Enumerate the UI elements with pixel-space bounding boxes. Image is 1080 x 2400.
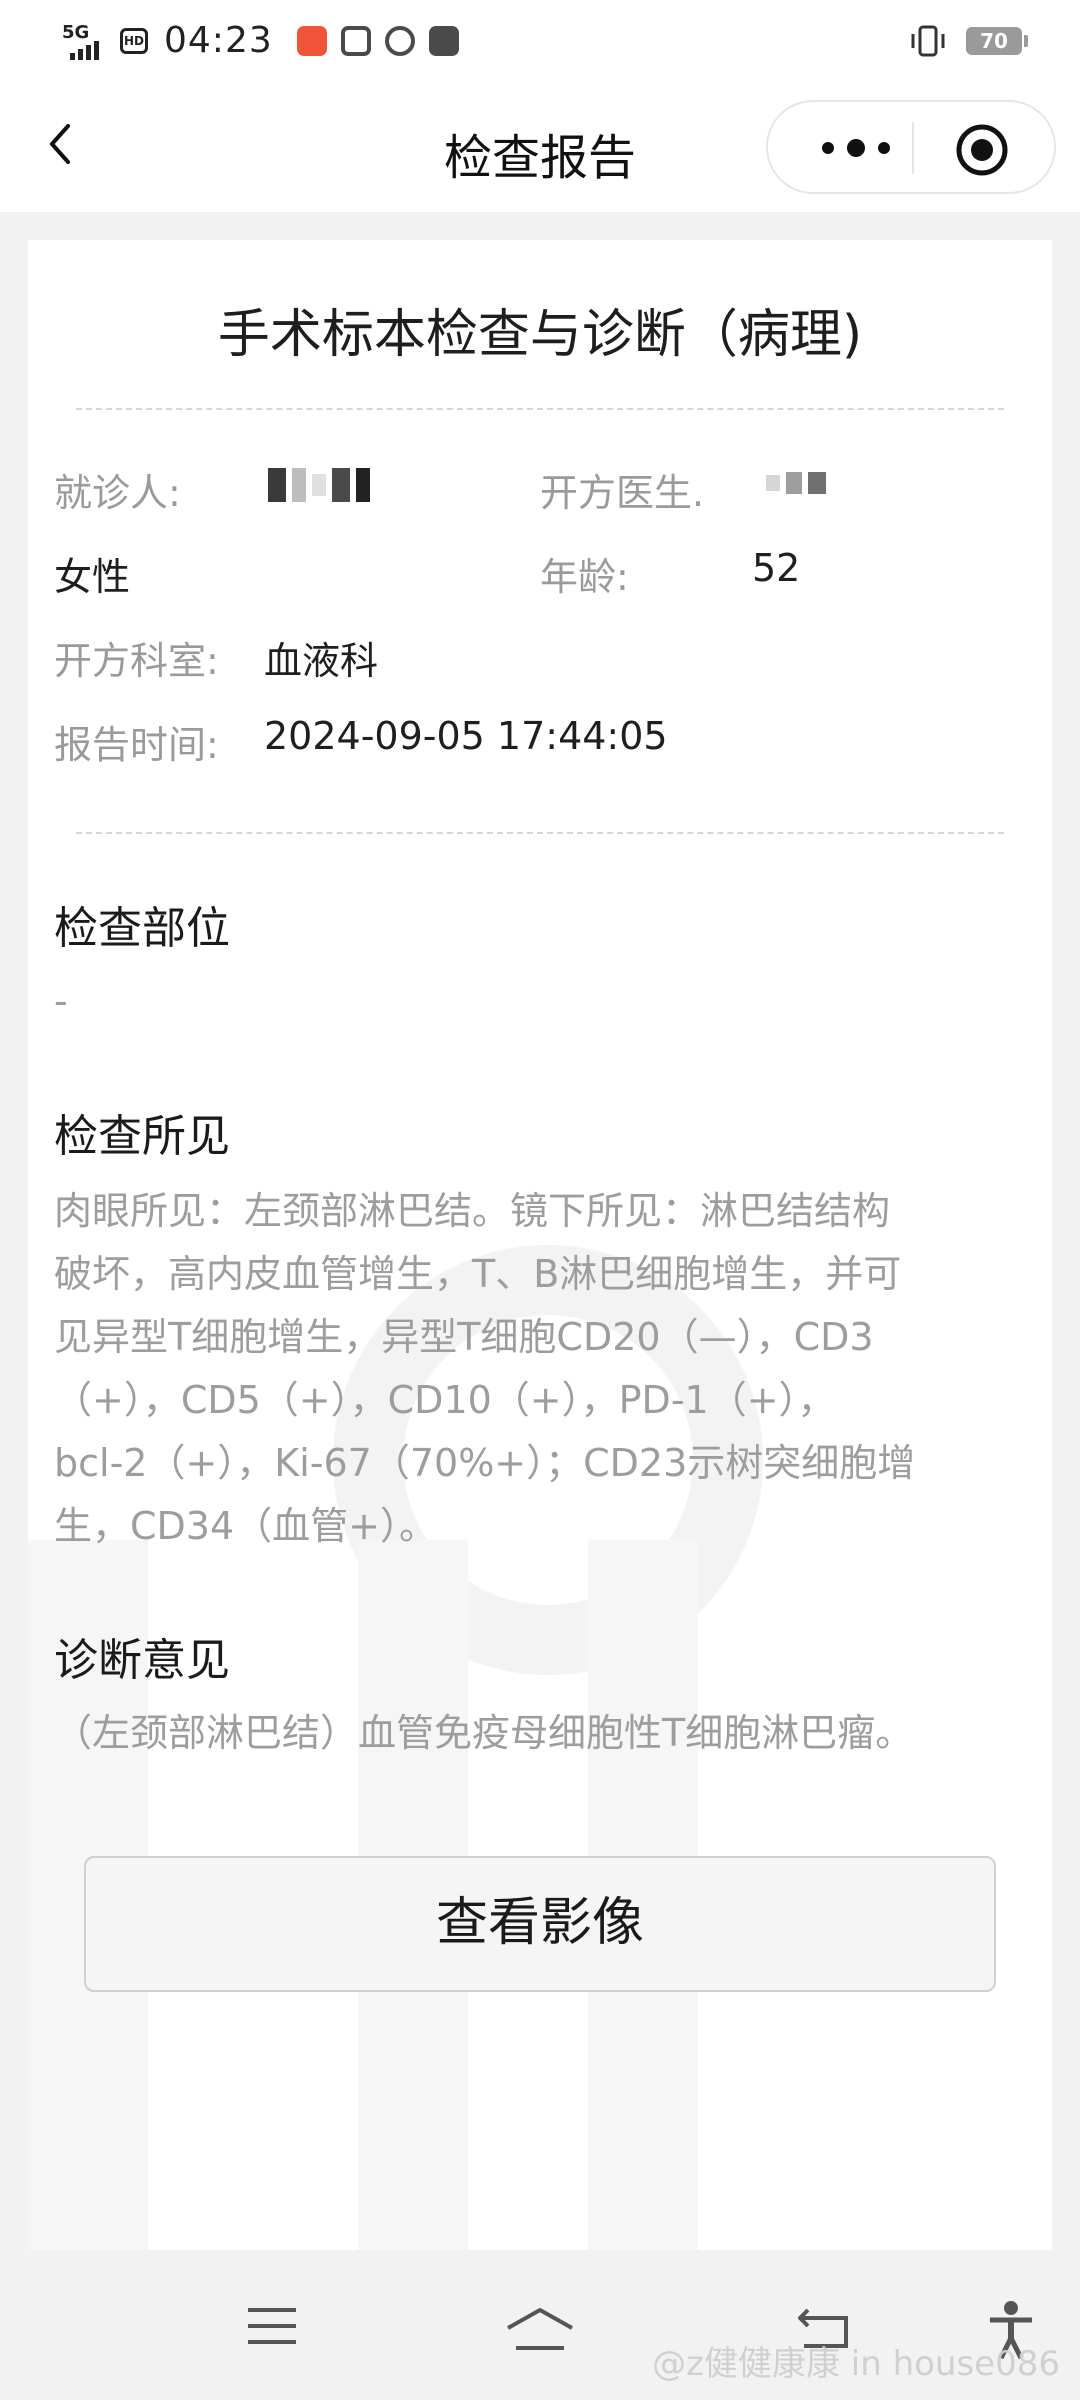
status-bar: 5G HD 04:23 70 — [0, 0, 1080, 84]
notification-chat-icon — [340, 25, 371, 56]
findings-line: 破坏，高内皮血管增生，T、B淋巴细胞增生，并可 — [54, 1252, 902, 1296]
age-label: 年龄: — [540, 555, 629, 599]
vibrate-icon — [911, 25, 945, 57]
findings-heading: 检查所见 — [54, 1111, 230, 1162]
patient-label: 就诊人: — [54, 471, 181, 515]
findings-line: （+），CD5（+），CD10（+），PD-1（+）， — [54, 1378, 836, 1422]
notification-app-icon — [296, 25, 327, 56]
dept-label: 开方科室: — [54, 639, 219, 683]
findings-line: 见异型T细胞增生，异型T细胞CD20（—），CD3 — [54, 1315, 874, 1359]
age-value: 52 — [752, 546, 801, 590]
target-circle-icon[interactable] — [954, 122, 1010, 178]
view-image-button[interactable]: 查看影像 — [84, 1856, 996, 1992]
notification-bank-icon — [384, 25, 415, 56]
findings-text: 肉眼所见：左颈部淋巴结。镜下所见：淋巴结结构 破坏，高内皮血管增生，T、B淋巴细… — [54, 1180, 1026, 1558]
report-time-value: 2024-09-05 17:44:05 — [264, 714, 668, 758]
exam-site-text: - — [54, 979, 68, 1023]
system-nav-bar: @z健健康康 in house086 — [0, 2250, 1080, 2400]
battery-level: 70 — [966, 27, 1028, 55]
report-time-label: 报告时间: — [54, 723, 219, 767]
findings-line: bcl-2（+），Ki-67（70%+）；CD23示树突细胞增 — [54, 1441, 916, 1485]
report-title: 手术标本检查与诊断（病理) — [217, 305, 863, 365]
notification-send-icon — [428, 25, 459, 56]
mini-program-capsule — [766, 100, 1056, 194]
more-dots-icon[interactable] — [806, 128, 906, 168]
report-card: 手术标本检查与诊断（病理) 就诊人: 开方医生. 女性 年龄: 52 开方科室:… — [28, 240, 1052, 2250]
signal-icon: 5G — [62, 22, 114, 60]
capsule-divider — [912, 122, 914, 174]
doctor-label: 开方医生. — [540, 471, 705, 515]
dept-value: 血液科 — [264, 639, 379, 683]
findings-line: 生，CD34（血管+）。 — [54, 1504, 437, 1548]
diagnosis-text: （左颈部淋巴结）血管免疫母细胞性T细胞淋巴瘤。 — [54, 1711, 914, 1755]
findings-line: 肉眼所见：左颈部淋巴结。镜下所见：淋巴结结构 — [54, 1189, 891, 1233]
watermark-text: @z健健康康 in house086 — [652, 2344, 1060, 2384]
status-time: 04:23 — [164, 20, 273, 61]
network-type: 5G — [62, 21, 90, 43]
patient-name-redacted — [268, 468, 370, 502]
doctor-name-redacted — [766, 472, 826, 494]
hd-icon: HD — [120, 27, 148, 54]
patient-gender: 女性 — [54, 555, 131, 599]
home-icon[interactable] — [504, 2304, 576, 2354]
divider — [76, 408, 1004, 410]
divider — [76, 832, 1004, 834]
exam-site-heading: 检查部位 — [54, 903, 230, 954]
menu-icon[interactable] — [244, 2304, 300, 2348]
diagnosis-heading: 诊断意见 — [54, 1635, 230, 1686]
nav-bar: 检查报告 — [0, 84, 1080, 212]
